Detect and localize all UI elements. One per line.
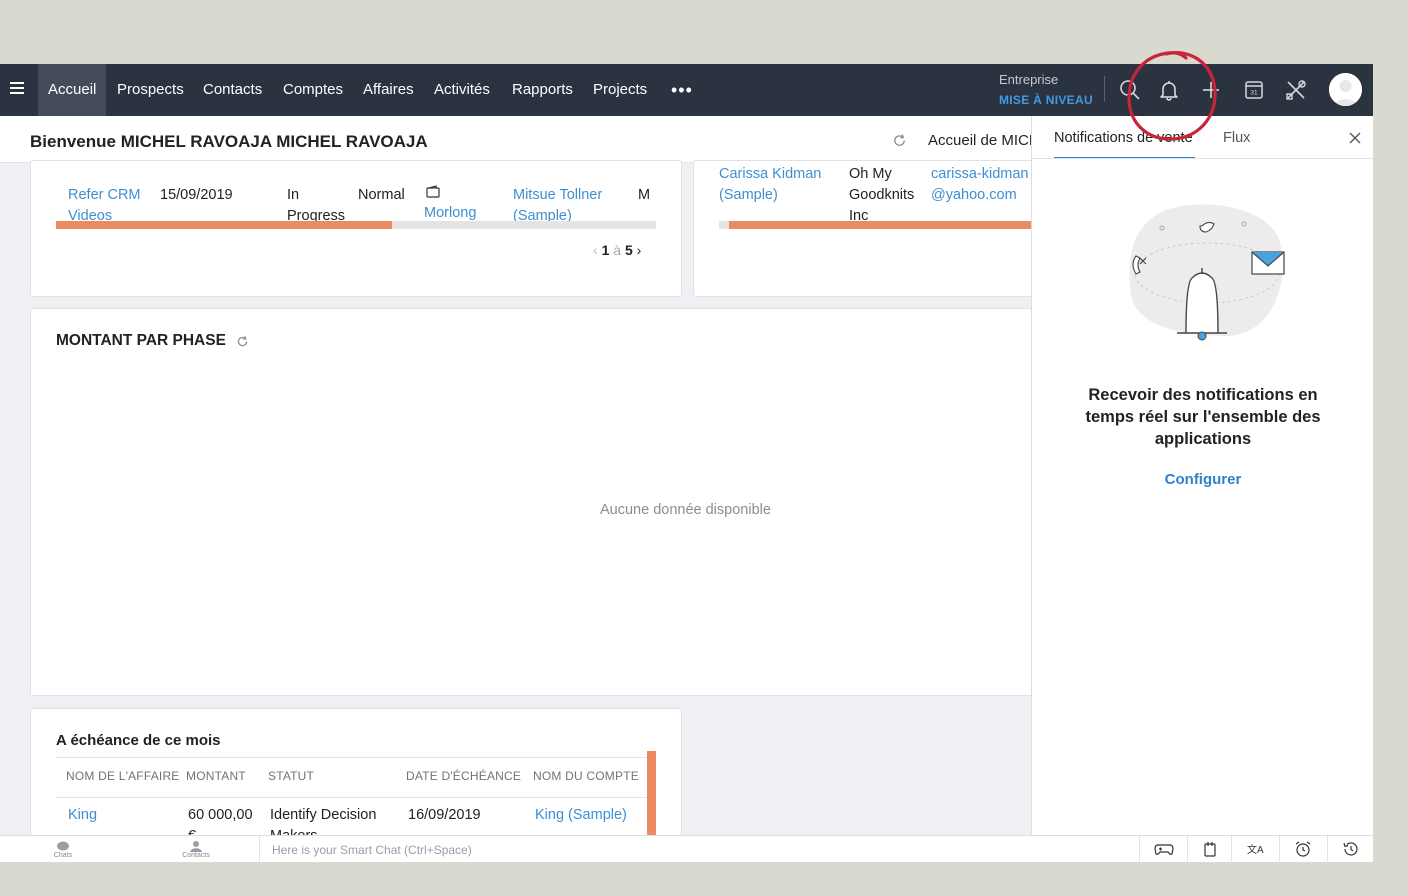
contact-company: Oh My Goodknits Inc [849,166,915,224]
bell-icon[interactable] [1156,77,1182,103]
refresh-icon[interactable] [236,335,249,348]
tab-prospects[interactable]: Prospects [117,64,184,116]
upgrade-link[interactable]: MISE À NIVEAU [999,93,1093,107]
hamburger-menu-icon[interactable] [10,82,24,96]
tab-contacts[interactable]: Contacts [203,64,262,116]
tab-comptes[interactable]: Comptes [283,64,343,116]
horizontal-scrollbar[interactable] [56,221,656,229]
person-icon [190,841,202,852]
contacts-button[interactable]: Contacts [176,841,216,859]
divider [56,757,656,758]
page-separator: à [613,242,622,258]
calendar-icon[interactable]: 31 [1241,77,1267,103]
translate-button[interactable]: 文A [1231,836,1279,862]
notepad-icon [1204,842,1216,857]
edition-label: Entreprise [999,72,1059,87]
plus-icon[interactable] [1198,77,1224,103]
prev-page-icon[interactable]: ‹ [593,242,598,258]
col-header-deal[interactable]: NOM DE L'AFFAIRE [66,769,180,783]
scrollbar-thumb[interactable] [56,221,392,229]
tab-activites[interactable]: Activités [434,64,490,116]
gamepad-icon [1154,844,1174,855]
more-tabs-icon[interactable]: ••• [671,80,693,101]
task-overflow-cell: M [638,187,651,203]
svg-text:31: 31 [1250,90,1258,97]
tab-sales-notifications[interactable]: Notifications de vente [1054,130,1193,146]
vertical-scrollbar[interactable] [647,751,656,835]
col-header-amount[interactable]: MONTANT [186,769,246,783]
contact-name-link[interactable]: Carissa Kidman (Sample) [719,164,839,206]
task-priority: Normal [358,187,405,203]
contacts-label: Contacts [182,852,210,859]
translate-icon: 文A [1247,843,1264,856]
history-clock-icon [1343,842,1358,856]
notes-button[interactable] [1187,836,1231,862]
chats-button[interactable]: Chats [43,841,83,859]
col-header-account[interactable]: NOM DU COMPTE [533,769,639,783]
smart-chat-placeholder: Here is your Smart Chat (Ctrl+Space) [272,843,472,857]
history-button[interactable] [1327,836,1373,862]
task-due-date: 15/09/2019 [160,187,233,203]
page-from: 1 [601,242,610,258]
notifications-illustration [1129,204,1285,341]
search-icon[interactable] [1117,77,1143,103]
tab-affaires[interactable]: Affaires [363,64,414,116]
tab-projects[interactable]: Projects [593,64,647,116]
configure-link[interactable]: Configurer [1032,471,1373,488]
page-to: 5 [624,242,633,258]
tab-feeds[interactable]: Flux [1223,130,1250,146]
chat-bubble-icon [57,841,69,851]
card-title: MONTANT PAR PHASE [56,332,226,349]
bottom-bar: Chats Contacts Here is your Smart Chat (… [0,835,1373,862]
card-title: A échéance de ce mois [56,732,221,749]
tasks-card: Refer CRM Videos 15/09/2019 In Progress … [30,160,682,297]
contact-email-link[interactable]: carissa-kidman@yahoo.com [931,164,1041,206]
col-header-status[interactable]: STATUT [268,769,314,783]
deal-account-link[interactable]: King (Sample) [535,805,627,826]
top-nav: Accueil Prospects Contacts Comptes Affai… [0,64,1373,116]
empty-state-text: Aucune donnée disponible [600,502,771,518]
svg-text:文A: 文A [1247,843,1264,856]
next-page-icon[interactable]: › [637,242,642,258]
close-icon[interactable] [1349,132,1361,144]
alarm-button[interactable] [1279,836,1327,862]
deal-name-link[interactable]: King [68,805,97,826]
crm-app: Accueil Prospects Contacts Comptes Affai… [0,64,1373,862]
nav-divider [1104,76,1105,102]
pagination: ‹ 1 à 5 › [593,242,641,258]
user-avatar[interactable] [1329,73,1362,106]
smart-chat-input[interactable]: Here is your Smart Chat (Ctrl+Space) [259,836,1139,862]
refresh-icon[interactable] [892,133,907,148]
page-title: Bienvenue MICHEL RAVOAJA MICHEL RAVOAJA [30,132,428,151]
tab-rapports[interactable]: Rapports [512,64,573,116]
account-wallet-icon [426,185,440,198]
divider [56,797,656,798]
divider [1032,158,1373,159]
settings-tools-icon[interactable] [1283,77,1309,103]
user-silhouette-icon [1329,73,1362,106]
col-header-due-date[interactable]: DATE D'ÉCHÉANCE [406,769,521,783]
notifications-message: Recevoir des notifications en temps réel… [1085,386,1321,448]
notifications-panel: Notifications de vente Flux Recevoir des… [1031,116,1373,835]
tab-accueil[interactable]: Accueil [38,64,107,116]
deal-due-date: 16/09/2019 [408,807,481,823]
gamepad-button[interactable] [1139,836,1187,862]
chats-label: Chats [53,852,73,859]
alarm-clock-icon [1295,841,1311,857]
